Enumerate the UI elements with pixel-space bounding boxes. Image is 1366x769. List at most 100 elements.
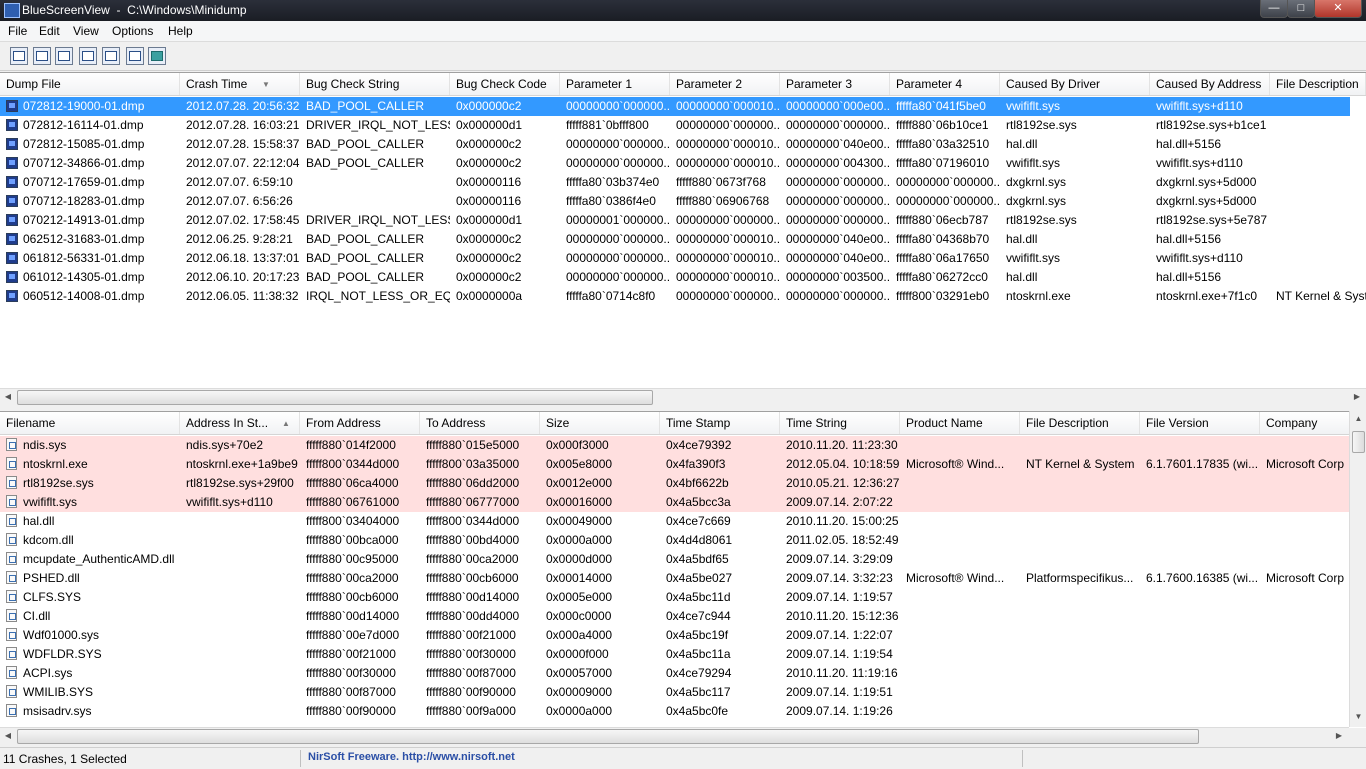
table-row[interactable]: PSHED.dll fffff880`00ca2000 fffff880`00cb6…: [0, 569, 1350, 588]
scroll-down-arrow-icon[interactable]: ▼: [1350, 709, 1366, 725]
table-row[interactable]: hal.dll fffff800`03404000 fffff800`0344d00…: [0, 512, 1350, 531]
table-row[interactable]: WDFLDR.SYS fffff880`00f21000 fffff880`00f3…: [0, 645, 1350, 664]
col-file-description-driver[interactable]: File Description: [1020, 412, 1140, 434]
col-file-version[interactable]: File Version: [1140, 412, 1260, 434]
menu-edit[interactable]: Edit: [39, 24, 60, 38]
table-cell: fffff880`00f30000: [306, 666, 396, 680]
maximize-button[interactable]: □: [1287, 0, 1315, 18]
col-bug-check-code[interactable]: Bug Check Code: [450, 73, 560, 95]
table-cell: 2012.07.28. 15:58:37: [186, 137, 300, 151]
scroll-thumb[interactable]: [17, 390, 653, 405]
col-product-name[interactable]: Product Name: [900, 412, 1020, 434]
close-button[interactable]: ✕: [1314, 0, 1362, 18]
col-caused-by-driver[interactable]: Caused By Driver: [1000, 73, 1150, 95]
menu-options[interactable]: Options: [112, 24, 153, 38]
table-cell: 00000000`000000...: [786, 175, 890, 189]
col-filename[interactable]: Filename: [0, 412, 180, 434]
col-company[interactable]: Company: [1260, 412, 1350, 434]
col-parameter-4[interactable]: Parameter 4: [890, 73, 1000, 95]
col-parameter-3[interactable]: Parameter 3: [780, 73, 890, 95]
find-icon[interactable]: [126, 47, 144, 65]
scroll-left-arrow-icon[interactable]: ◀: [0, 728, 16, 744]
table-row[interactable]: 061812-56331-01.dmp 2012.06.18. 13:37:01 B…: [0, 249, 1350, 268]
driver-list-vscrollbar[interactable]: ▲ ▼: [1349, 411, 1366, 727]
table-row[interactable]: msisadrv.sys fffff880`00f90000 fffff880`00…: [0, 702, 1350, 721]
driver-file-icon: [6, 704, 17, 717]
table-cell: 00000001`000000...: [566, 213, 670, 227]
table-row[interactable]: kdcom.dll fffff880`00bca000 fffff880`00bd4…: [0, 531, 1350, 550]
scroll-thumb[interactable]: [17, 729, 1199, 744]
scroll-left-arrow-icon[interactable]: ◀: [0, 389, 16, 405]
col-time-stamp[interactable]: Time Stamp: [660, 412, 780, 434]
vscroll-thumb[interactable]: [1352, 431, 1365, 453]
col-bug-check-string[interactable]: Bug Check String: [300, 73, 450, 95]
col-from-address[interactable]: From Address: [300, 412, 420, 434]
table-row[interactable]: Wdf01000.sys fffff880`00e7d000 fffff880`00…: [0, 626, 1350, 645]
table-row[interactable]: 060512-14008-01.dmp 2012.06.05. 11:38:32 I…: [0, 287, 1366, 306]
col-crash-time[interactable]: Crash Time: [180, 73, 300, 95]
table-cell: hal.dll+5156: [1156, 270, 1222, 284]
title-bar: BlueScreenView - C:\Windows\Minidump — □…: [0, 0, 1366, 21]
status-nirsoft-link[interactable]: NirSoft Freeware. http://www.nirsoft.net: [308, 751, 515, 763]
table-row[interactable]: CI.dll fffff880`00d14000 fffff880`00dd4000…: [0, 607, 1350, 626]
table-row[interactable]: 070712-34866-01.dmp 2012.07.07. 22:12:04 B…: [0, 154, 1350, 173]
col-to-address[interactable]: To Address: [420, 412, 540, 434]
refresh-icon[interactable]: [55, 47, 73, 65]
table-cell: fffffa80`06a17650: [896, 251, 990, 265]
table-row[interactable]: 070712-17659-01.dmp 2012.07.07. 6:59:10 0x…: [0, 173, 1350, 192]
table-cell: 00000000`000010...: [676, 156, 780, 170]
menu-help[interactable]: Help: [168, 24, 193, 38]
table-row[interactable]: 062512-31683-01.dmp 2012.06.25. 9:28:21 BA…: [0, 230, 1350, 249]
table-row[interactable]: ACPI.sys fffff880`00f30000 fffff880`00f870…: [0, 664, 1350, 683]
col-size[interactable]: Size: [540, 412, 660, 434]
table-cell: 0x4ce7c669: [666, 514, 731, 528]
col-parameter-1[interactable]: Parameter 1: [560, 73, 670, 95]
table-row[interactable]: ndis.sys ndis.sys+70e2 fffff880`014f2000 ff…: [0, 436, 1350, 455]
col-parameter-2[interactable]: Parameter 2: [670, 73, 780, 95]
crash-rows: 072812-19000-01.dmp 2012.07.28. 20:56:32 B…: [0, 97, 1366, 306]
table-cell: [1020, 436, 1140, 455]
table-row[interactable]: WMILIB.SYS fffff880`00f87000 fffff880`00f9…: [0, 683, 1350, 702]
menu-file[interactable]: File: [8, 24, 27, 38]
table-row[interactable]: 070712-18283-01.dmp 2012.07.07. 6:56:26 0x…: [0, 192, 1350, 211]
crash-list-hscrollbar[interactable]: ◀ ▶: [0, 388, 1366, 405]
table-row[interactable]: mcupdate_AuthenticAMD.dll fffff880`00c950…: [0, 550, 1350, 569]
table-row[interactable]: 072812-19000-01.dmp 2012.07.28. 20:56:32 B…: [0, 97, 1350, 116]
properties-icon[interactable]: [102, 47, 120, 65]
minimize-button[interactable]: —: [1260, 0, 1288, 18]
scroll-right-arrow-icon[interactable]: ▶: [1349, 389, 1365, 405]
table-row[interactable]: vwififlt.sys vwififlt.sys+d110 fffff880`06…: [0, 493, 1350, 512]
table-cell: fffff880`06dd2000: [426, 476, 520, 490]
exit-icon[interactable]: [148, 47, 166, 65]
table-row[interactable]: 061012-14305-01.dmp 2012.06.10. 20:17:23 B…: [0, 268, 1350, 287]
table-cell: vwififlt.sys+d110: [1156, 251, 1243, 265]
col-caused-by-address[interactable]: Caused By Address: [1150, 73, 1270, 95]
menu-view[interactable]: View: [73, 24, 99, 38]
table-row[interactable]: 072812-16114-01.dmp 2012.07.28. 16:03:21 D…: [0, 116, 1350, 135]
table-cell: fffff881`0bfff800: [566, 118, 649, 132]
col-file-description[interactable]: File Description: [1270, 73, 1366, 95]
table-cell: [1140, 645, 1260, 664]
col-time-string[interactable]: Time String: [780, 412, 900, 434]
save-html-report-icon[interactable]: [10, 47, 28, 65]
copy-icon[interactable]: [79, 47, 97, 65]
table-cell: 00000000`040e00...: [786, 232, 890, 246]
table-row[interactable]: 070212-14913-01.dmp 2012.07.02. 17:58:45 D…: [0, 211, 1350, 230]
save-icon[interactable]: [33, 47, 51, 65]
table-cell: [1140, 436, 1260, 455]
table-cell: 072812-19000-01.dmp: [23, 99, 145, 113]
scroll-right-arrow-icon[interactable]: ▶: [1331, 728, 1347, 744]
table-cell: 2012.07.28. 16:03:21: [186, 118, 300, 132]
table-cell: IRQL_NOT_LESS_OR_EQ...: [306, 289, 450, 303]
crash-list[interactable]: Dump File Crash Time Bug Check String Bu…: [0, 72, 1366, 393]
driver-list-hscrollbar[interactable]: ◀ ▶: [0, 727, 1349, 744]
table-row[interactable]: ntoskrnl.exe ntoskrnl.exe+1a9be9 fffff800`…: [0, 455, 1350, 474]
table-row[interactable]: rtl8192se.sys rtl8192se.sys+29f00 fffff880…: [0, 474, 1350, 493]
col-dump-file[interactable]: Dump File: [0, 73, 180, 95]
table-row[interactable]: 072812-15085-01.dmp 2012.07.28. 15:58:37 B…: [0, 135, 1350, 154]
table-cell: fffffa80`0714c8f0: [566, 289, 656, 303]
driver-list[interactable]: Filename Address In St... From Address T…: [0, 411, 1366, 728]
table-cell: 2010.11.20. 11:19:16: [786, 666, 898, 680]
scroll-up-arrow-icon[interactable]: ▲: [1350, 411, 1366, 427]
table-row[interactable]: CLFS.SYS fffff880`00cb6000 fffff880`00d140…: [0, 588, 1350, 607]
